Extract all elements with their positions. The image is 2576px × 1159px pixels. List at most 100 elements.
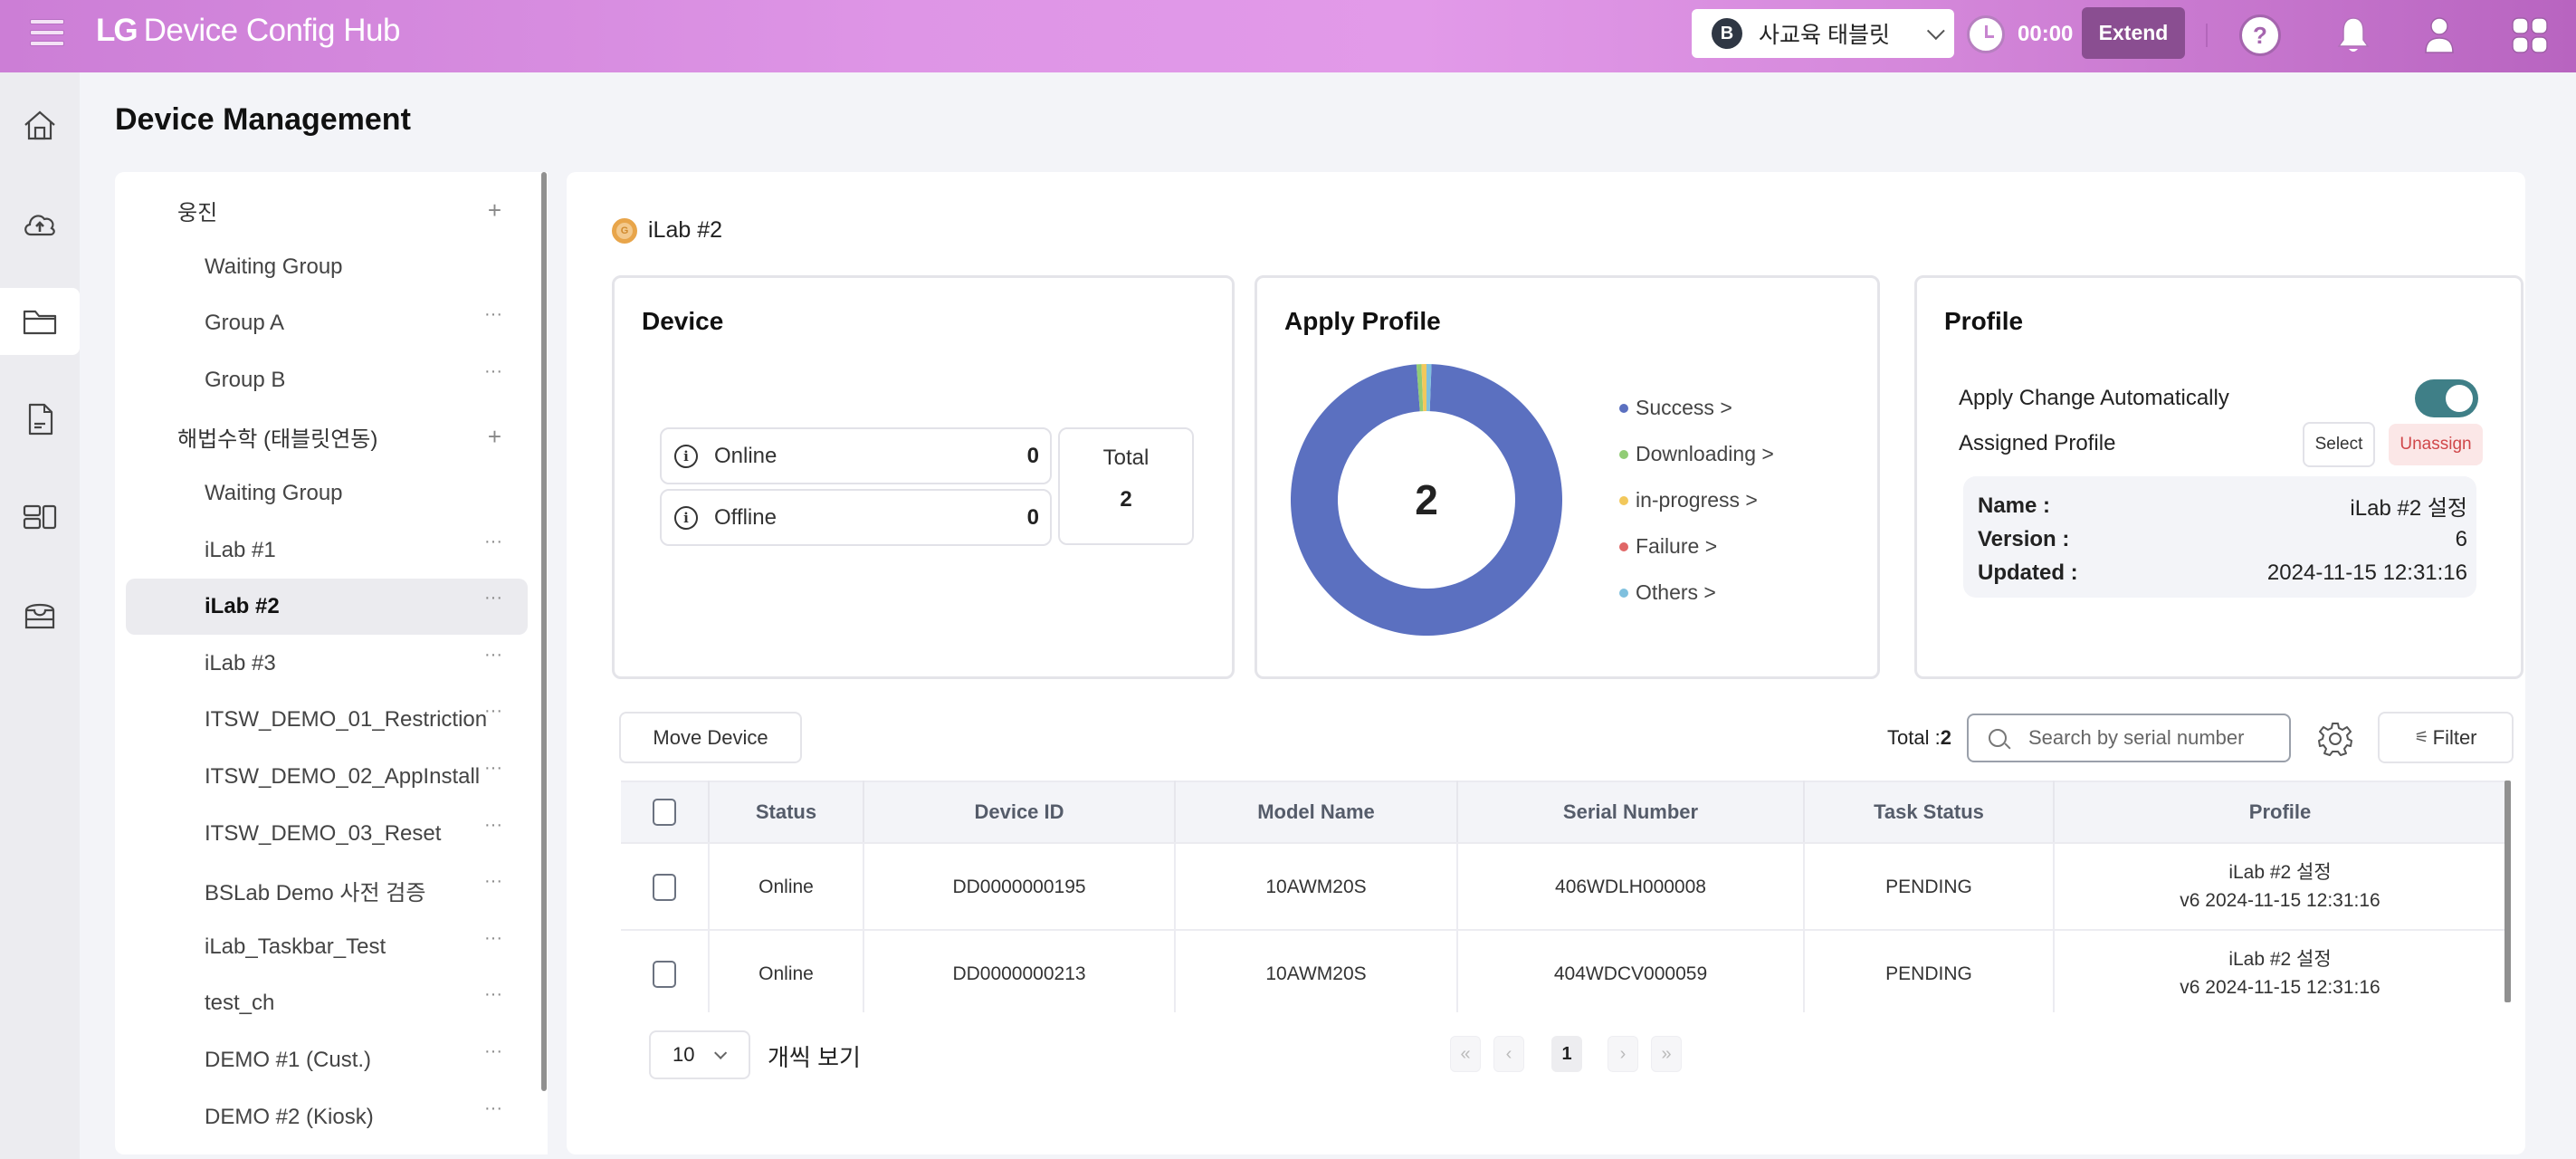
tenant-select[interactable]: B 사교육 태블릿 <box>1692 9 1954 58</box>
tree-item[interactable]: iLab #1 ··· <box>126 522 528 579</box>
legend-item[interactable]: in-progress > <box>1619 477 1774 523</box>
extend-session-button[interactable]: Extend <box>2082 7 2185 59</box>
more-options-icon[interactable]: ··· <box>484 304 502 325</box>
bell-icon[interactable] <box>2333 14 2374 56</box>
help-icon[interactable]: ? <box>2239 14 2281 56</box>
nav-inbox[interactable] <box>0 581 80 648</box>
tree-item[interactable]: DEMO #1 (Cust.) ··· <box>126 1032 528 1088</box>
device-total-count: Total :2 <box>1887 726 1951 750</box>
breadcrumb-current: iLab #2 <box>648 217 723 243</box>
nav-layout[interactable] <box>0 484 80 551</box>
legend-item[interactable]: Others > <box>1619 570 1774 616</box>
tree-group[interactable]: 해법수학 (태블릿연동) + <box>126 408 528 465</box>
tree-item[interactable]: Waiting Group <box>126 465 528 522</box>
apps-grid-icon[interactable] <box>2509 14 2551 56</box>
table-scrollbar[interactable] <box>2504 781 2511 1002</box>
total-stat: Total 2 <box>1058 427 1194 545</box>
tree-item-label: Waiting Group <box>205 254 343 279</box>
tree-item[interactable]: Group A ··· <box>126 295 528 351</box>
tree-item[interactable]: Group B ··· <box>126 352 528 408</box>
page-size-select[interactable]: 10 <box>649 1030 750 1079</box>
more-options-icon[interactable]: ··· <box>484 701 502 722</box>
column-header-profile[interactable]: Profile <box>2054 781 2505 844</box>
tree-item-label: DEMO #2 (Kiosk) <box>205 1104 374 1129</box>
tree-item[interactable]: DEMO #2 (Kiosk) ··· <box>126 1089 528 1145</box>
profile-card-title: Profile <box>1944 307 2024 335</box>
more-options-icon[interactable]: ··· <box>484 1098 502 1119</box>
more-options-icon[interactable]: ··· <box>484 645 502 666</box>
column-header-task-status[interactable]: Task Status <box>1804 781 2055 844</box>
total-prefix: Total : <box>1887 726 1941 749</box>
serial-search[interactable] <box>1967 714 2291 762</box>
legend-item[interactable]: Downloading > <box>1619 431 1774 477</box>
tree-item-label: Waiting Group <box>205 481 343 505</box>
session-timer: 00:00 <box>2018 22 2074 46</box>
column-header-model-name[interactable]: Model Name <box>1175 781 1458 844</box>
prev-page-button[interactable]: ‹ <box>1493 1036 1524 1072</box>
tree-group[interactable]: 웅진 + <box>126 182 528 238</box>
more-options-icon[interactable]: ··· <box>484 532 502 552</box>
tree-item[interactable]: ITSW_DEMO_02_AppInstall ··· <box>126 749 528 805</box>
tree-item-label: 해법수학 (태블릿연동) <box>177 426 378 452</box>
first-page-button[interactable]: « <box>1450 1036 1481 1072</box>
table-row[interactable]: Online DD0000000213 10AWM20S 404WDCV000059 P… <box>621 930 2505 1012</box>
group-tree: 웅진 + Waiting Group Group A ··· Group B ··· 해법수학… <box>115 172 548 1154</box>
column-header-device-id[interactable]: Device ID <box>863 781 1176 844</box>
menu-icon[interactable] <box>31 20 63 47</box>
user-icon[interactable] <box>2419 14 2460 56</box>
nav-rail <box>0 72 80 1159</box>
row-checkbox[interactable] <box>653 960 676 988</box>
select-profile-button[interactable]: Select <box>2303 422 2375 467</box>
tree-item[interactable]: Waiting Group <box>126 239 528 295</box>
add-icon[interactable]: + <box>488 423 502 451</box>
more-options-icon[interactable]: ··· <box>484 758 502 779</box>
more-options-icon[interactable]: ··· <box>484 928 502 949</box>
nav-device-management[interactable] <box>0 288 80 355</box>
tree-item[interactable]: test_ch ··· <box>126 975 528 1031</box>
more-options-icon[interactable]: ··· <box>484 1041 502 1062</box>
tree-item[interactable]: iLab_Taskbar_Test ··· <box>126 919 528 975</box>
search-icon <box>1989 729 2007 747</box>
unassign-profile-button[interactable]: Unassign <box>2389 424 2483 465</box>
tree-item[interactable]: iLab #3 ··· <box>126 636 528 692</box>
online-stat[interactable]: i Online 0 <box>660 427 1052 484</box>
tree-scrollbar[interactable] <box>541 172 547 1091</box>
tree-item[interactable]: ITSW_DEMO_01_Restriction ··· <box>126 692 528 748</box>
online-label: Online <box>714 443 778 468</box>
legend-item[interactable]: Failure > <box>1619 523 1774 570</box>
row-checkbox[interactable] <box>653 873 676 901</box>
nav-documents[interactable] <box>0 386 80 453</box>
nav-upload[interactable] <box>0 190 80 257</box>
more-options-icon[interactable]: ··· <box>484 815 502 836</box>
tree-item-label: ITSW_DEMO_03_Reset <box>205 820 442 846</box>
offline-stat[interactable]: i Offline 0 <box>660 489 1052 546</box>
legend-item[interactable]: Success > <box>1619 385 1774 431</box>
filter-icon: ⚟ <box>2414 728 2429 746</box>
tree-item[interactable]: iLab #2 ··· <box>126 579 528 636</box>
nav-home[interactable] <box>0 92 80 159</box>
more-options-icon[interactable]: ··· <box>484 588 502 608</box>
next-page-button[interactable]: › <box>1608 1036 1638 1072</box>
info-icon: i <box>674 505 698 530</box>
lg-logo: LG <box>96 13 138 48</box>
select-all-checkbox[interactable] <box>653 799 676 826</box>
gear-icon[interactable] <box>2317 721 2353 757</box>
filter-label: Filter <box>2432 725 2477 749</box>
page-1-button[interactable]: 1 <box>1551 1036 1582 1072</box>
tree-item-label: ITSW_DEMO_02_AppInstall <box>205 764 481 789</box>
column-header-serial-number[interactable]: Serial Number <box>1457 781 1805 844</box>
more-options-icon[interactable]: ··· <box>484 361 502 382</box>
profile-version-row: Version : 6 <box>1978 522 2467 556</box>
move-device-button[interactable]: Move Device <box>619 712 802 763</box>
last-page-button[interactable]: » <box>1651 1036 1682 1072</box>
more-options-icon[interactable]: ··· <box>484 871 502 892</box>
table-row[interactable]: Online DD0000000195 10AWM20S 406WDLH000008 P… <box>621 843 2505 931</box>
more-options-icon[interactable]: ··· <box>484 984 502 1005</box>
tree-item[interactable]: ITSW_DEMO_03_Reset ··· <box>126 806 528 862</box>
serial-search-input[interactable] <box>2028 726 2273 750</box>
add-icon[interactable]: + <box>488 196 502 225</box>
tree-item[interactable]: BSLab Demo 사전 검증 ··· <box>126 862 528 918</box>
column-header-status[interactable]: Status <box>709 781 864 844</box>
filter-button[interactable]: ⚟ Filter <box>2378 712 2514 763</box>
auto-apply-toggle[interactable] <box>2415 379 2478 417</box>
